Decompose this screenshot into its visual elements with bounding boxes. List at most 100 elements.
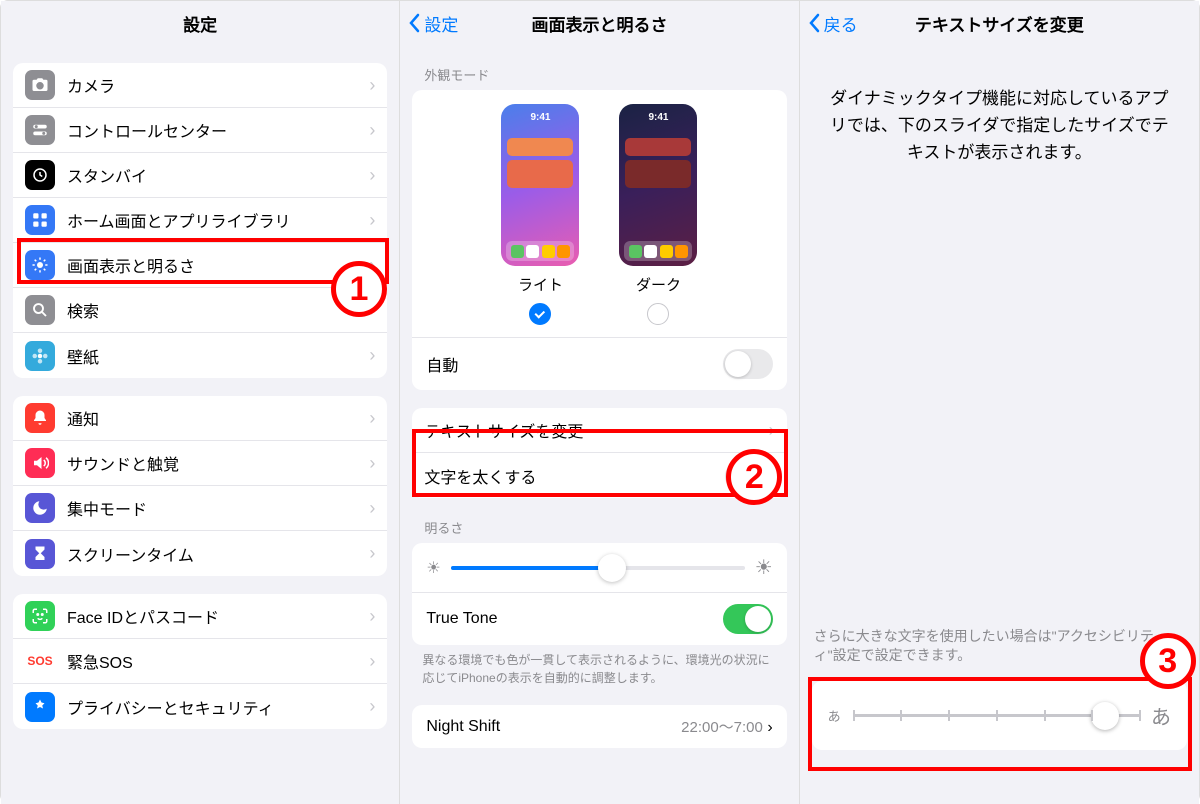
settings-row-standby[interactable]: スタンバイ› <box>13 153 387 198</box>
light-mode-option[interactable]: 9:41 ライト <box>501 104 579 325</box>
annotation-circle-1: 1 <box>331 261 387 317</box>
auto-row[interactable]: 自動 <box>412 337 786 390</box>
settings-row-moon[interactable]: 集中モード› <box>13 486 387 531</box>
dark-mode-option[interactable]: 9:41 ダーク <box>619 104 697 325</box>
chevron-right-icon: › <box>369 696 375 717</box>
settings-row-camera[interactable]: カメラ› <box>13 63 387 108</box>
settings-row-hand[interactable]: プライバシーとセキュリティ› <box>13 684 387 729</box>
text-size-row[interactable]: テキストサイズを変更 › <box>412 408 786 453</box>
sos-icon: SOS <box>25 646 55 676</box>
light-preview: 9:41 <box>501 104 579 266</box>
row-label: ホーム画面とアプリライブラリ <box>67 208 369 232</box>
search-icon <box>25 295 55 325</box>
row-label: 検索 <box>67 298 369 322</box>
annotation-circle-3: 3 <box>1140 633 1196 689</box>
row-label: 緊急SOS <box>67 649 369 673</box>
row-label: サウンドと触覚 <box>67 451 369 475</box>
settings-row-sound[interactable]: サウンドと触覚› <box>13 441 387 486</box>
row-label: スタンバイ <box>67 163 369 187</box>
truetone-note: 異なる環境でも色が一貫して表示されるように、環境光の状況に応じてiPhoneの表… <box>422 651 776 687</box>
light-check-icon <box>529 303 551 325</box>
brightness-group: ☀︎ ☀︎ True Tone <box>412 543 786 645</box>
chevron-right-icon: › <box>369 210 375 231</box>
hourglass-icon <box>25 539 55 569</box>
chevron-right-icon: › <box>369 120 375 141</box>
auto-switch[interactable] <box>723 349 773 379</box>
chevron-right-icon: › <box>369 165 375 186</box>
page-title: 画面表示と明るさ <box>531 11 667 36</box>
back-label: 戻る <box>824 11 858 36</box>
row-label: スクリーンタイム <box>67 542 369 566</box>
row-label: 集中モード <box>67 496 369 520</box>
nav-header: 戻る テキストサイズを変更 <box>800 1 1199 45</box>
camera-icon <box>25 70 55 100</box>
dark-preview: 9:41 <box>619 104 697 266</box>
row-label: プライバシーとセキュリティ <box>67 695 369 719</box>
settings-row-faceid[interactable]: Face IDとパスコード› <box>13 594 387 639</box>
row-label: 通知 <box>67 406 369 430</box>
truetone-label: True Tone <box>426 610 497 628</box>
nav-header: 設定 <box>1 1 399 45</box>
page-title: テキストサイズを変更 <box>915 11 1084 36</box>
chevron-right-icon: › <box>369 453 375 474</box>
accessibility-note: さらに大きな文字を使用したい場合は"アクセシビリティ"設定で設定できます。 <box>814 627 1185 666</box>
settings-row-sos[interactable]: SOS 緊急SOS› <box>13 639 387 684</box>
nightshift-group: Night Shift 22:00〜7:00 › <box>412 705 786 748</box>
hand-icon <box>25 692 55 722</box>
chevron-right-icon: › <box>369 651 375 672</box>
row-label: 画面表示と明るさ <box>67 253 369 277</box>
settings-group-2: 通知›サウンドと触覚›集中モード›スクリーンタイム› <box>13 396 387 576</box>
brightness-slider[interactable] <box>451 566 745 570</box>
chevron-right-icon: › <box>369 543 375 564</box>
brightness-header: 明るさ <box>424 518 774 537</box>
moon-icon <box>25 493 55 523</box>
settings-row-flower[interactable]: 壁紙› <box>13 333 387 378</box>
auto-label: 自動 <box>426 352 458 376</box>
dark-check-icon <box>647 303 669 325</box>
flower-icon <box>25 341 55 371</box>
row-label: コントロールセンター <box>67 118 369 142</box>
chevron-right-icon: › <box>369 606 375 627</box>
back-button[interactable]: 設定 <box>408 11 458 36</box>
text-size-slider[interactable] <box>853 714 1139 717</box>
size-large-label: あ <box>1151 701 1171 730</box>
switches-icon <box>25 115 55 145</box>
settings-row-hourglass[interactable]: スクリーンタイム› <box>13 531 387 576</box>
chevron-right-icon: › <box>369 498 375 519</box>
text-size-slider-wrap: あ あ <box>812 681 1187 750</box>
chevron-right-icon: › <box>369 345 375 366</box>
settings-row-switches[interactable]: コントロールセンター› <box>13 108 387 153</box>
appearance-section: 9:41 ライト 9:41 ダーク 自動 <box>412 90 786 390</box>
size-small-label: あ <box>828 706 841 725</box>
grid-icon <box>25 205 55 235</box>
back-button[interactable]: 戻る <box>808 11 858 36</box>
brightness-icon <box>25 250 55 280</box>
annotation-circle-2: 2 <box>726 449 782 505</box>
settings-row-bell[interactable]: 通知› <box>13 396 387 441</box>
appearance-header: 外観モード <box>424 65 774 84</box>
standby-icon <box>25 160 55 190</box>
faceid-icon <box>25 601 55 631</box>
settings-row-grid[interactable]: ホーム画面とアプリライブラリ› <box>13 198 387 243</box>
chevron-right-icon: › <box>769 420 775 441</box>
sound-icon <box>25 448 55 478</box>
description-text: ダイナミックタイプ機能に対応しているアプリでは、下のスライダで指定したサイズでテ… <box>800 45 1199 167</box>
chevron-left-icon <box>808 13 820 33</box>
settings-group-3: Face IDとパスコード›SOS緊急SOS›プライバシーとセキュリティ› <box>13 594 387 729</box>
chevron-left-icon <box>408 13 420 33</box>
back-label: 設定 <box>424 11 458 36</box>
settings-group-1: カメラ›コントロールセンター›スタンバイ›ホーム画面とアプリライブラリ›画面表示… <box>13 63 387 378</box>
truetone-switch[interactable] <box>723 604 773 634</box>
nightshift-row[interactable]: Night Shift 22:00〜7:00 › <box>412 705 786 748</box>
chevron-right-icon: › <box>369 408 375 429</box>
row-label: Face IDとパスコード <box>67 604 369 628</box>
chevron-right-icon: › <box>767 719 772 736</box>
sun-small-icon: ☀︎ <box>426 558 440 578</box>
row-label: カメラ <box>67 73 369 97</box>
nightshift-label: Night Shift <box>426 718 500 736</box>
page-title: 設定 <box>183 11 217 36</box>
truetone-row[interactable]: True Tone <box>412 593 786 645</box>
row-label: 壁紙 <box>67 344 369 368</box>
bell-icon <box>25 403 55 433</box>
sun-large-icon: ☀︎ <box>755 555 773 580</box>
